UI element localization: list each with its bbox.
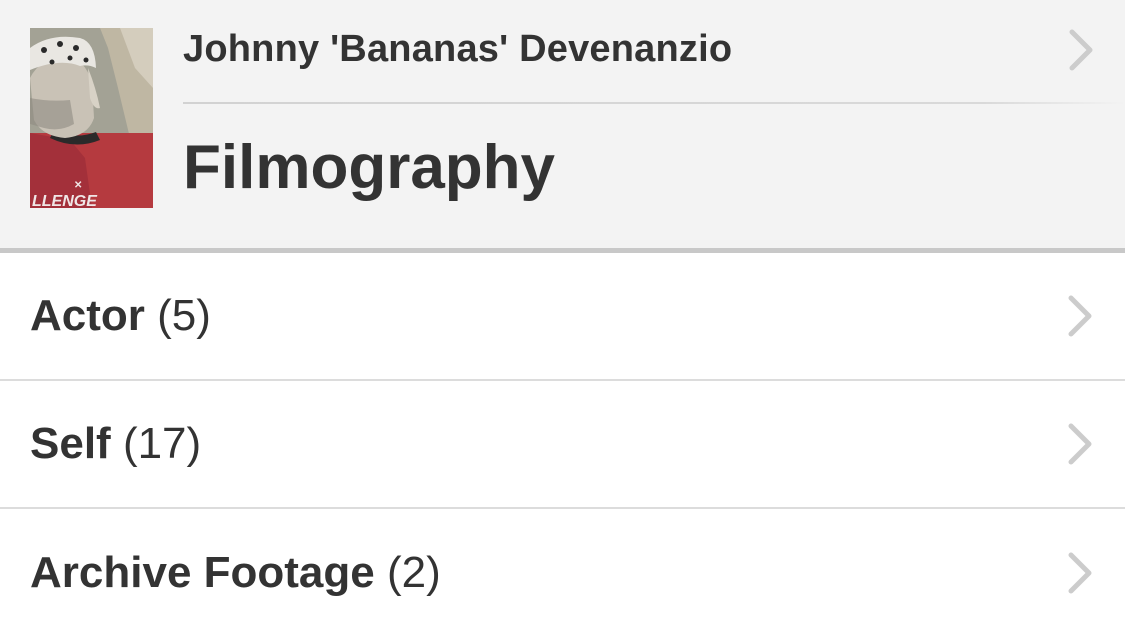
avatar[interactable]: LLENGE ✕	[30, 28, 153, 208]
chevron-right-icon	[1065, 551, 1095, 595]
list-item-actor[interactable]: Actor (5)	[0, 253, 1125, 381]
filmography-header: LLENGE ✕ Johnny 'Bananas' Devenanzio Fil…	[0, 0, 1125, 253]
category-count: (5)	[157, 291, 211, 340]
chevron-right-icon	[1065, 422, 1095, 466]
category-count: (17)	[122, 419, 202, 468]
svg-text:✕: ✕	[74, 180, 82, 191]
filmography-category-list: Actor (5) Self (17) Archive Footage (2)	[0, 253, 1125, 637]
list-item-label: Actor (5)	[30, 291, 211, 341]
category-title: Archive Footage	[30, 548, 375, 597]
chevron-right-icon[interactable]	[1066, 28, 1096, 72]
list-item-label: Self (17)	[30, 419, 201, 469]
category-title: Self	[30, 419, 111, 468]
page-title: Filmography	[183, 133, 556, 202]
chevron-right-icon	[1065, 294, 1095, 338]
category-count: (2)	[386, 548, 441, 597]
list-item-label: Archive Footage (2)	[30, 548, 441, 598]
list-item-self[interactable]: Self (17)	[0, 381, 1125, 509]
person-name[interactable]: Johnny 'Bananas' Devenanzio	[183, 28, 732, 71]
avatar-shirt-text: LLENGE	[32, 193, 98, 208]
category-title: Actor	[30, 291, 145, 340]
list-item-archive-footage[interactable]: Archive Footage (2)	[0, 509, 1125, 637]
header-divider	[183, 102, 1125, 104]
